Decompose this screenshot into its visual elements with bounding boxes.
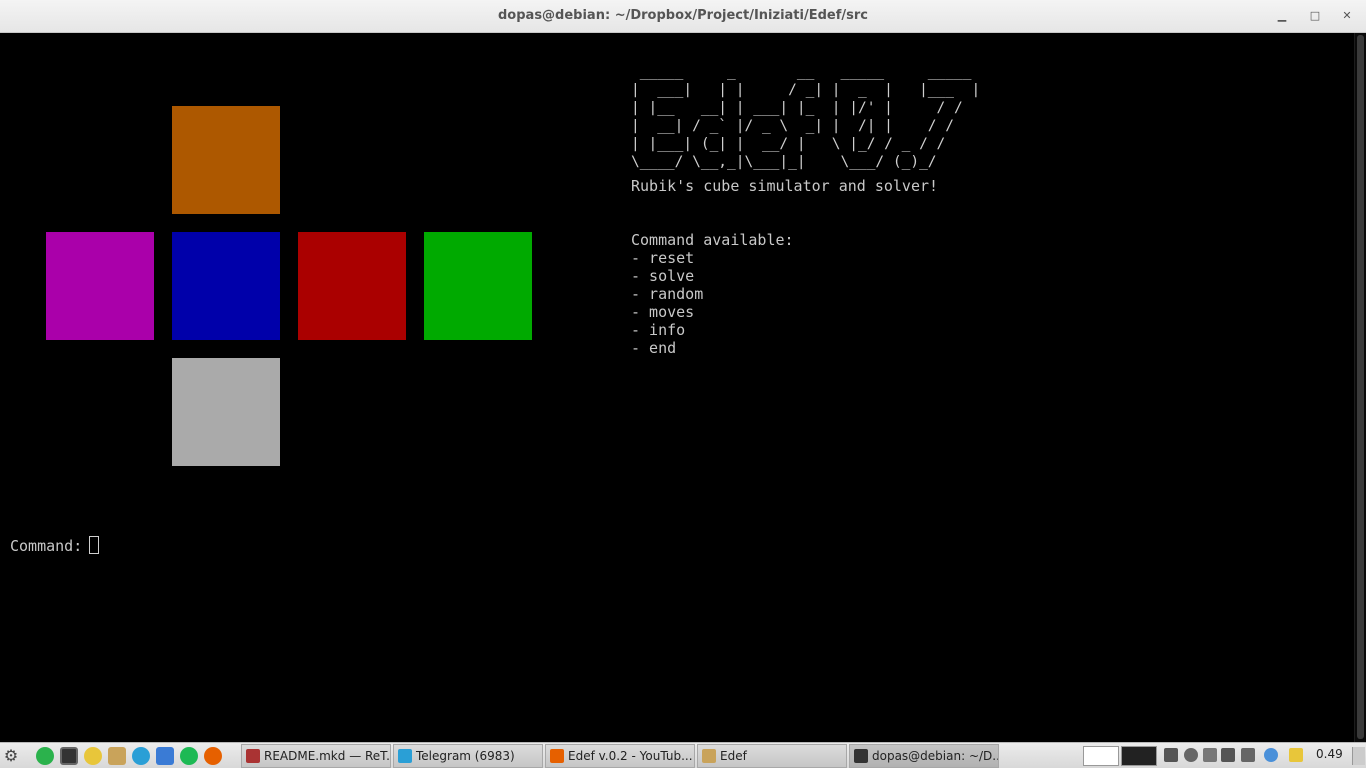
spotify-icon[interactable] [180, 747, 198, 765]
cube-face-bottom [172, 358, 280, 466]
retext-icon [246, 749, 260, 763]
window-titlebar[interactable]: dopas@debian: ~/Dropbox/Project/Iniziati… [0, 0, 1366, 33]
wifi-icon[interactable] [1203, 748, 1217, 762]
pidgin-icon[interactable] [84, 747, 102, 765]
cube-face-front [172, 232, 280, 340]
command-item-random: - random [631, 285, 704, 303]
task-youtube[interactable]: Edef v.0.2 - YouTub... [545, 744, 695, 768]
app-menu-icon[interactable] [36, 747, 54, 765]
terminal-scrollbar[interactable] [1354, 33, 1366, 742]
telegram-launcher-icon[interactable] [132, 747, 150, 765]
task-edef-folder[interactable]: Edef [697, 744, 847, 768]
telegram-icon [398, 749, 412, 763]
update-icon[interactable] [1264, 748, 1278, 762]
cube-face-left [46, 232, 154, 340]
minimize-button[interactable]: ▁ [1273, 8, 1291, 24]
command-item-info: - info [631, 321, 686, 339]
cube-face-right [298, 232, 406, 340]
firefox-icon [550, 749, 564, 763]
text-cursor[interactable] [89, 536, 99, 554]
command-item-end: - end [631, 339, 677, 357]
user-icon[interactable] [1184, 748, 1198, 762]
volume-icon[interactable] [1221, 748, 1235, 762]
command-prompt-label: Command: [10, 537, 83, 555]
tux-icon[interactable] [1289, 748, 1303, 762]
file-manager-icon[interactable] [108, 747, 126, 765]
network-manager-icon[interactable] [1164, 748, 1178, 762]
commands-header: Command available: [631, 231, 794, 249]
firefox-launcher-icon[interactable] [204, 747, 222, 765]
workspace-2[interactable] [1121, 746, 1157, 766]
task-readme[interactable]: README.mkd — ReT... [241, 744, 391, 768]
text-editor-icon[interactable] [156, 747, 174, 765]
command-item-solve: - solve [631, 267, 695, 285]
task-terminal[interactable]: dopas@debian: ~/D... [849, 744, 999, 768]
maximize-button[interactable]: □ [1306, 8, 1324, 24]
terminal-area[interactable]: _____ _ __ _____ _____ | ___| | | / _| |… [0, 33, 1354, 742]
clock[interactable]: 0.49 [1316, 747, 1343, 761]
show-desktop-button[interactable] [1352, 747, 1365, 765]
cube-face-back [424, 232, 532, 340]
battery-icon[interactable] [1241, 748, 1255, 762]
taskbar: ⚙ README.mkd — ReT... Telegram (6983) Ed… [0, 742, 1366, 768]
terminal-icon [854, 749, 868, 763]
close-button[interactable]: ✕ [1338, 8, 1356, 24]
command-item-reset: - reset [631, 249, 695, 267]
tagline: Rubik's cube simulator and solver! [631, 177, 939, 195]
folder-icon [702, 749, 716, 763]
settings-gear-icon[interactable]: ⚙ [2, 747, 20, 765]
cube-face-top [172, 106, 280, 214]
workspace-1[interactable] [1083, 746, 1119, 766]
window-title: dopas@debian: ~/Dropbox/Project/Iniziati… [498, 8, 868, 23]
ascii-banner: _____ _ __ _____ _____ | ___| | | / _| |… [631, 64, 981, 170]
scrollbar-thumb[interactable] [1357, 35, 1364, 739]
task-telegram[interactable]: Telegram (6983) [393, 744, 543, 768]
show-desktop-icon[interactable] [60, 747, 78, 765]
command-item-moves: - moves [631, 303, 695, 321]
